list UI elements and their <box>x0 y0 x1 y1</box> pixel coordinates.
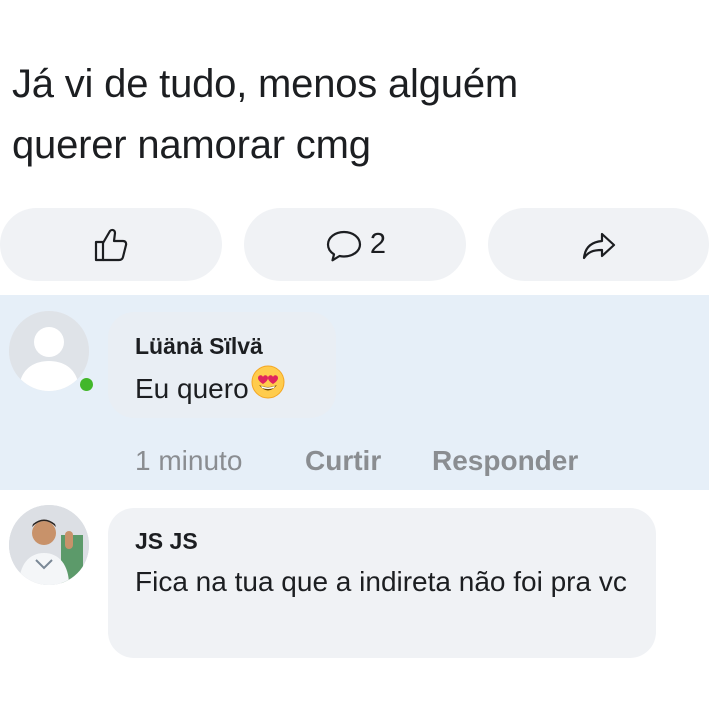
like-button[interactable] <box>0 208 222 281</box>
post-text-line-2: querer namorar cmg <box>12 123 371 167</box>
share-button[interactable] <box>488 208 709 281</box>
comment-text: Fica na tua que a indireta não foi pra v… <box>135 566 627 597</box>
online-status-dot <box>77 375 96 394</box>
comment-text: Eu quero <box>135 364 286 413</box>
comment-text-body: Eu quero <box>135 372 249 404</box>
comment-timestamp: 1 minuto <box>135 445 243 476</box>
comment-author[interactable]: Lüänä Sïlvä <box>135 333 263 360</box>
avatar[interactable] <box>9 505 89 585</box>
post-text: Já vi de tudo, menos alguém querer namor… <box>12 54 702 176</box>
thumbs-up-icon <box>94 228 128 261</box>
profile-photo-icon <box>9 505 89 585</box>
post-text-line-1: Já vi de tudo, menos alguém <box>12 62 519 106</box>
comment-button[interactable]: 2 <box>244 208 466 281</box>
reply-comment-link[interactable]: Responder <box>432 445 578 477</box>
share-arrow-icon <box>582 232 615 259</box>
comment-bubble-icon <box>326 230 362 261</box>
heart-eyes-emoji-icon <box>250 364 286 413</box>
avatar[interactable] <box>9 311 89 391</box>
comment-author[interactable]: JS JS <box>135 528 198 555</box>
like-comment-link[interactable]: Curtir <box>305 445 381 477</box>
default-avatar-icon <box>9 311 89 391</box>
comment-count: 2 <box>369 228 387 260</box>
